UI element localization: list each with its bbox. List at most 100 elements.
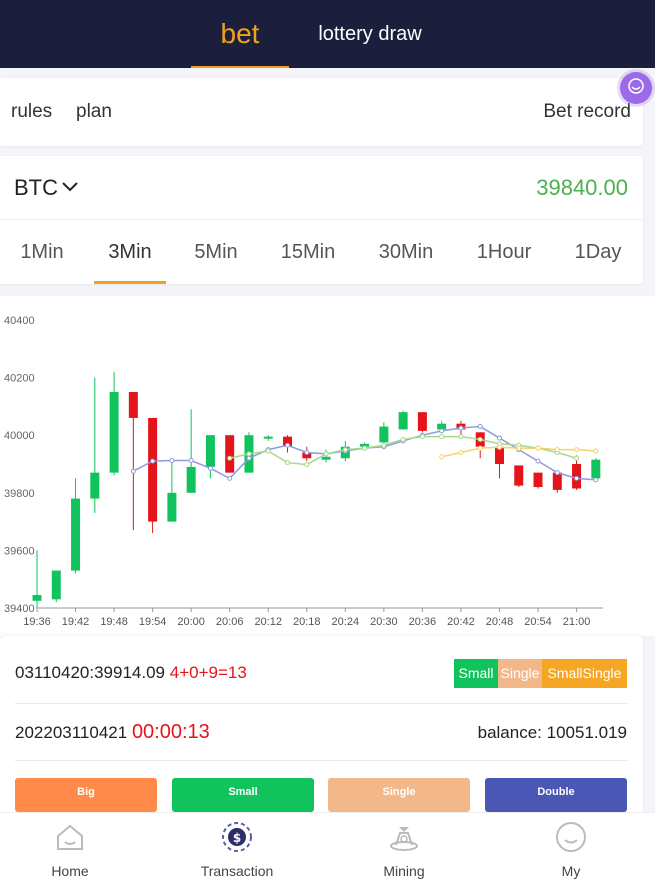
moving-average-point bbox=[593, 477, 599, 483]
interval-1day[interactable]: 1Day bbox=[564, 220, 632, 284]
nav-transaction[interactable]: $ Transaction bbox=[177, 813, 297, 891]
plan-link[interactable]: plan bbox=[76, 78, 112, 146]
coin-name[interactable]: BTC bbox=[14, 156, 58, 220]
moving-average-point bbox=[554, 470, 560, 476]
last-result-sum: 4+0+9=13 bbox=[169, 663, 247, 682]
moving-average-point bbox=[304, 449, 310, 455]
candle-body bbox=[379, 426, 389, 443]
x-tick-label: 19:54 bbox=[139, 616, 167, 628]
moving-average-point bbox=[458, 449, 464, 455]
links-card: rules plan Bet record bbox=[0, 78, 643, 146]
divider bbox=[15, 760, 627, 761]
period-number: 202203110421 bbox=[15, 723, 128, 742]
moving-average-point bbox=[535, 445, 541, 451]
interval-1min[interactable]: 1Min bbox=[10, 220, 74, 284]
bet-big-button[interactable]: Big bbox=[15, 778, 157, 812]
x-tick-label: 20:24 bbox=[332, 616, 360, 628]
candle-body bbox=[552, 472, 562, 490]
moving-average-point bbox=[477, 445, 483, 451]
moving-average-point bbox=[362, 445, 368, 451]
bet-double-button[interactable]: Double bbox=[485, 778, 627, 812]
nav-my[interactable]: My bbox=[511, 813, 631, 891]
candlestick-chart: 40400 40200 40000 39800 39600 3940019:36 19:42… bbox=[4, 315, 603, 628]
nav-home-label: Home bbox=[51, 863, 89, 879]
current-period: 202203110421 00:00:13 bbox=[15, 720, 210, 745]
x-tick-label: 19:48 bbox=[100, 616, 128, 628]
result-tag-single: Single bbox=[498, 659, 542, 688]
tab-active-indicator bbox=[191, 66, 289, 68]
candle-body bbox=[263, 436, 273, 439]
moving-average-point bbox=[381, 442, 387, 448]
moving-average-point bbox=[458, 434, 464, 440]
x-tick-label: 20:42 bbox=[447, 616, 475, 628]
coin-card: BTC 39840.00 1Min 3Min 5Min 15Min 30Min … bbox=[0, 156, 643, 284]
svg-text:$: $ bbox=[233, 831, 241, 845]
moving-average-point bbox=[477, 437, 483, 443]
nav-home[interactable]: Home bbox=[10, 813, 130, 891]
countdown-timer: 00:00:13 bbox=[131, 721, 210, 743]
tab-lottery-draw[interactable]: lottery draw bbox=[310, 0, 430, 68]
moving-average-point bbox=[593, 448, 599, 454]
interval-15min[interactable]: 15Min bbox=[272, 220, 344, 284]
bottom-nav: Home $ Transaction Mining My bbox=[0, 812, 655, 891]
x-tick-label: 20:30 bbox=[370, 616, 398, 628]
interval-5min[interactable]: 5Min bbox=[182, 220, 250, 284]
balance-value: 10051.019 bbox=[546, 723, 627, 742]
x-tick-label: 20:54 bbox=[524, 616, 552, 628]
interval-30min[interactable]: 30Min bbox=[366, 220, 446, 284]
candle-body bbox=[591, 459, 601, 479]
moving-average-point bbox=[439, 454, 445, 460]
nav-mining[interactable]: Mining bbox=[344, 813, 464, 891]
last-result: 03110420:39914.09 4+0+9=13 bbox=[15, 663, 247, 683]
candle-body bbox=[205, 435, 215, 467]
interval-3min[interactable]: 3Min bbox=[94, 220, 166, 284]
moving-average-point bbox=[227, 455, 233, 461]
candle-body bbox=[128, 392, 138, 418]
moving-average-point bbox=[496, 435, 502, 441]
moving-average-point bbox=[496, 444, 502, 450]
interval-1hour[interactable]: 1Hour bbox=[466, 220, 542, 284]
moving-average-point bbox=[150, 458, 156, 464]
nav-mining-label: Mining bbox=[383, 863, 425, 879]
nav-transaction-label: Transaction bbox=[200, 863, 274, 879]
tab-bet[interactable]: bet bbox=[191, 0, 289, 68]
candle-body bbox=[533, 472, 543, 488]
chevron-down-icon[interactable] bbox=[62, 179, 78, 197]
bet-small-button[interactable]: Small bbox=[172, 778, 314, 812]
floating-support-icon[interactable] bbox=[620, 72, 652, 104]
y-tick-label: 39400 bbox=[4, 603, 35, 615]
candle-body bbox=[514, 465, 524, 486]
moving-average-point bbox=[342, 447, 348, 453]
mining-icon bbox=[388, 821, 420, 853]
candle-body bbox=[32, 595, 42, 601]
x-tick-label: 20:06 bbox=[216, 616, 244, 628]
y-tick-label: 40000 bbox=[4, 430, 35, 442]
moving-average-point bbox=[574, 455, 580, 461]
moving-average-point bbox=[439, 428, 445, 434]
moving-average-point bbox=[535, 458, 541, 464]
candle-body bbox=[186, 466, 196, 493]
moving-average-point bbox=[323, 451, 329, 457]
y-tick-label: 39800 bbox=[4, 488, 35, 500]
nav-my-label: My bbox=[561, 863, 581, 879]
candle-body bbox=[51, 570, 61, 600]
moving-average-point bbox=[265, 448, 271, 454]
balance-label: balance: bbox=[477, 723, 542, 742]
rules-link[interactable]: rules bbox=[11, 78, 52, 146]
price-chart[interactable]: 40400 40200 40000 39800 39600 39400 19:36 19:42… bbox=[0, 296, 655, 636]
candle-body bbox=[167, 492, 177, 522]
balance: balance: 10051.019 bbox=[478, 723, 627, 743]
x-tick-label: 20:12 bbox=[254, 616, 282, 628]
moving-average-point bbox=[419, 434, 425, 440]
x-tick-label: 19:42 bbox=[62, 616, 90, 628]
x-tick-label: 20:48 bbox=[486, 616, 514, 628]
home-icon bbox=[54, 821, 86, 853]
y-tick-label: 40200 bbox=[4, 373, 35, 385]
moving-average-point bbox=[130, 468, 136, 474]
x-tick-label: 20:36 bbox=[409, 616, 437, 628]
bet-single-button[interactable]: Single bbox=[328, 778, 470, 812]
candle-body bbox=[90, 472, 100, 499]
moving-average-point bbox=[188, 458, 194, 464]
y-tick-label: 40400 bbox=[4, 315, 35, 327]
bet-record-link[interactable]: Bet record bbox=[543, 78, 631, 146]
